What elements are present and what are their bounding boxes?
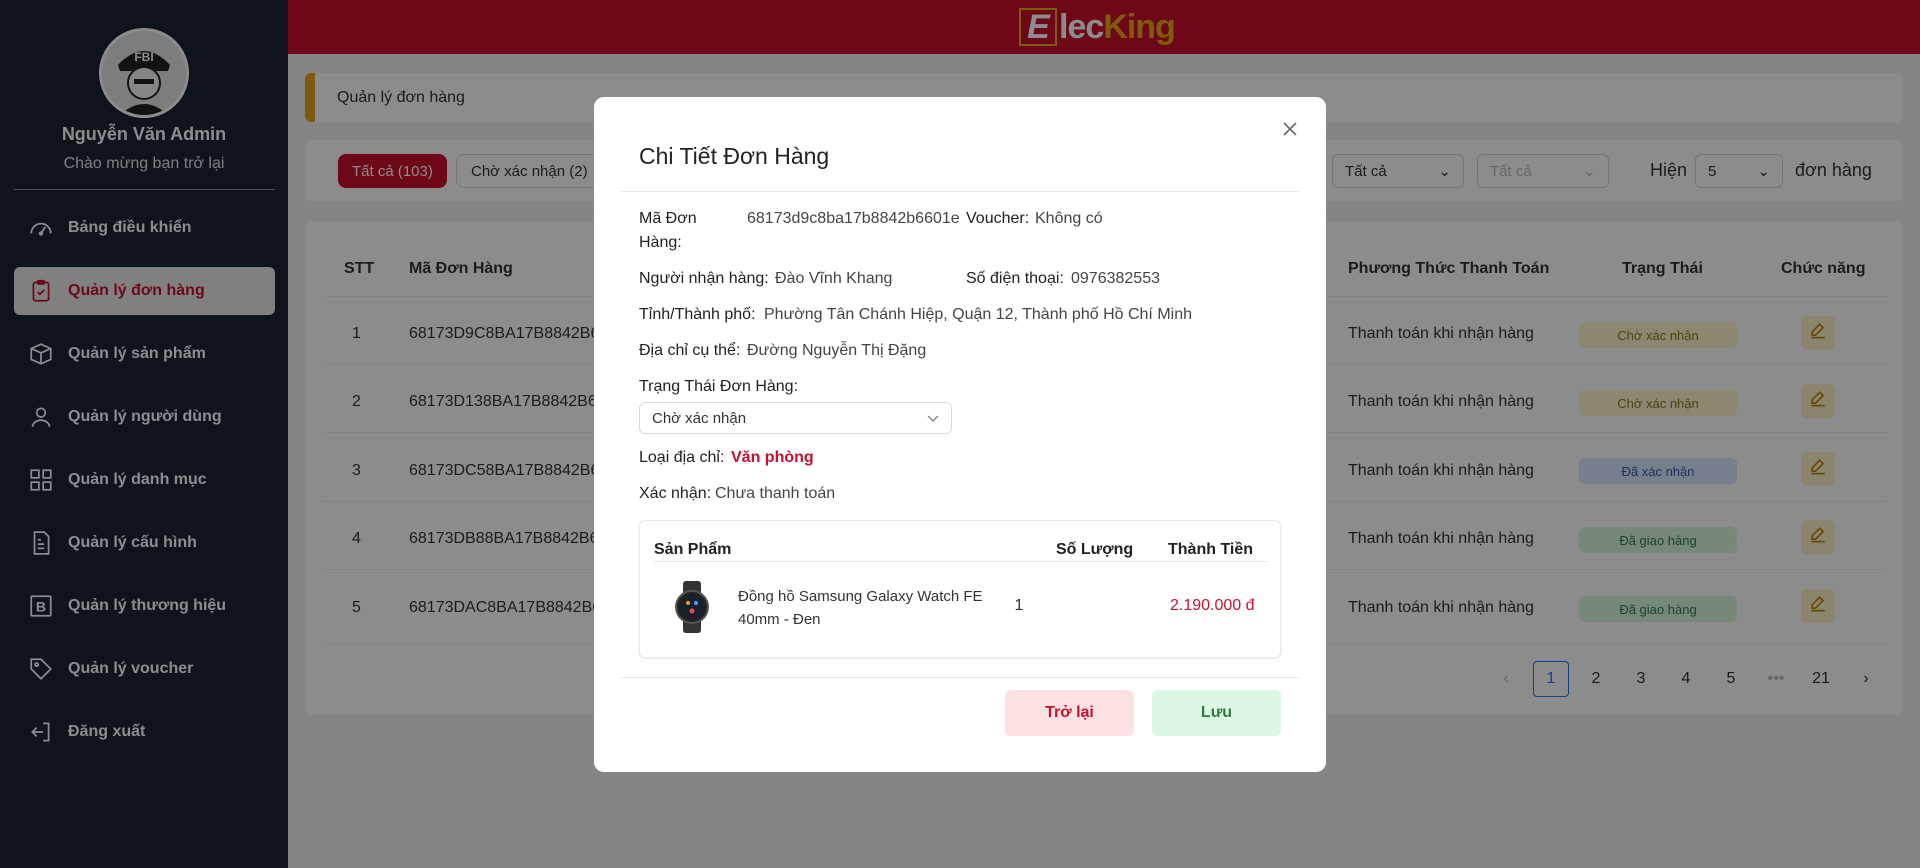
order-code-value: 68173d9c8ba17b8842b6601e (747, 210, 960, 227)
chevron-down-icon (927, 410, 939, 427)
product-list: Sản Phẩm Số Lượng Thành Tiền Đồng hồ Sam… (639, 520, 1281, 658)
product-col-header: Sản Phẩm (654, 541, 732, 558)
product-image (668, 581, 716, 633)
order-code-label: Mã Đơn (639, 210, 697, 227)
province-value: Phường Tân Chánh Hiệp, Quận 12, Thành ph… (764, 306, 1192, 323)
product-header-divider (654, 561, 1268, 562)
product-price: 2.190.000 đ (1170, 597, 1255, 614)
save-button[interactable]: Lưu (1152, 690, 1281, 736)
province-label: Tỉnh/Thành phố: (639, 306, 756, 323)
receiver-value: Đào Vĩnh Khang (775, 270, 893, 287)
qty-col-header: Số Lượng (1056, 541, 1134, 558)
product-qty: 1 (1014, 597, 1024, 614)
total-col-header: Thành Tiền (1168, 541, 1254, 558)
address-value: Đường Nguyễn Thị Đặng (747, 342, 927, 359)
phone-value: 0976382553 (1071, 270, 1160, 287)
confirm-value: Chưa thanh toán (715, 485, 836, 502)
order-status-select[interactable]: Chờ xác nhận (639, 402, 952, 434)
product-name: Đồng hồ Samsung Galaxy Watch FE 40mm - Đ… (738, 588, 983, 628)
receiver-label: Người nhận hàng: (639, 270, 769, 287)
close-button[interactable] (1278, 119, 1302, 143)
order-detail-modal: Chi Tiết Đơn Hàng Mã Đơn Hàng: 68173d9c8… (594, 97, 1326, 772)
confirm-label: Xác nhận: (639, 485, 712, 502)
voucher-value: Không có (1035, 210, 1103, 227)
address-type-value: Văn phòng (731, 449, 814, 466)
address-label: Địa chỉ cụ thể: (639, 342, 741, 359)
voucher-label: Voucher: (966, 210, 1030, 227)
modal-footer-divider (621, 677, 1299, 678)
back-button[interactable]: Trở lại (1005, 690, 1134, 736)
phone-label: Số điện thoại: (966, 270, 1064, 287)
modal-header-divider (621, 191, 1299, 192)
address-type-label: Loại địa chỉ: (639, 449, 725, 466)
order-status-value: Chờ xác nhận (652, 409, 747, 427)
order-code-label-2: Hàng: (639, 234, 682, 251)
status-label: Trạng Thái Đơn Hàng: (639, 378, 799, 395)
close-icon (1282, 121, 1298, 142)
modal-title: Chi Tiết Đơn Hàng (639, 143, 830, 169)
